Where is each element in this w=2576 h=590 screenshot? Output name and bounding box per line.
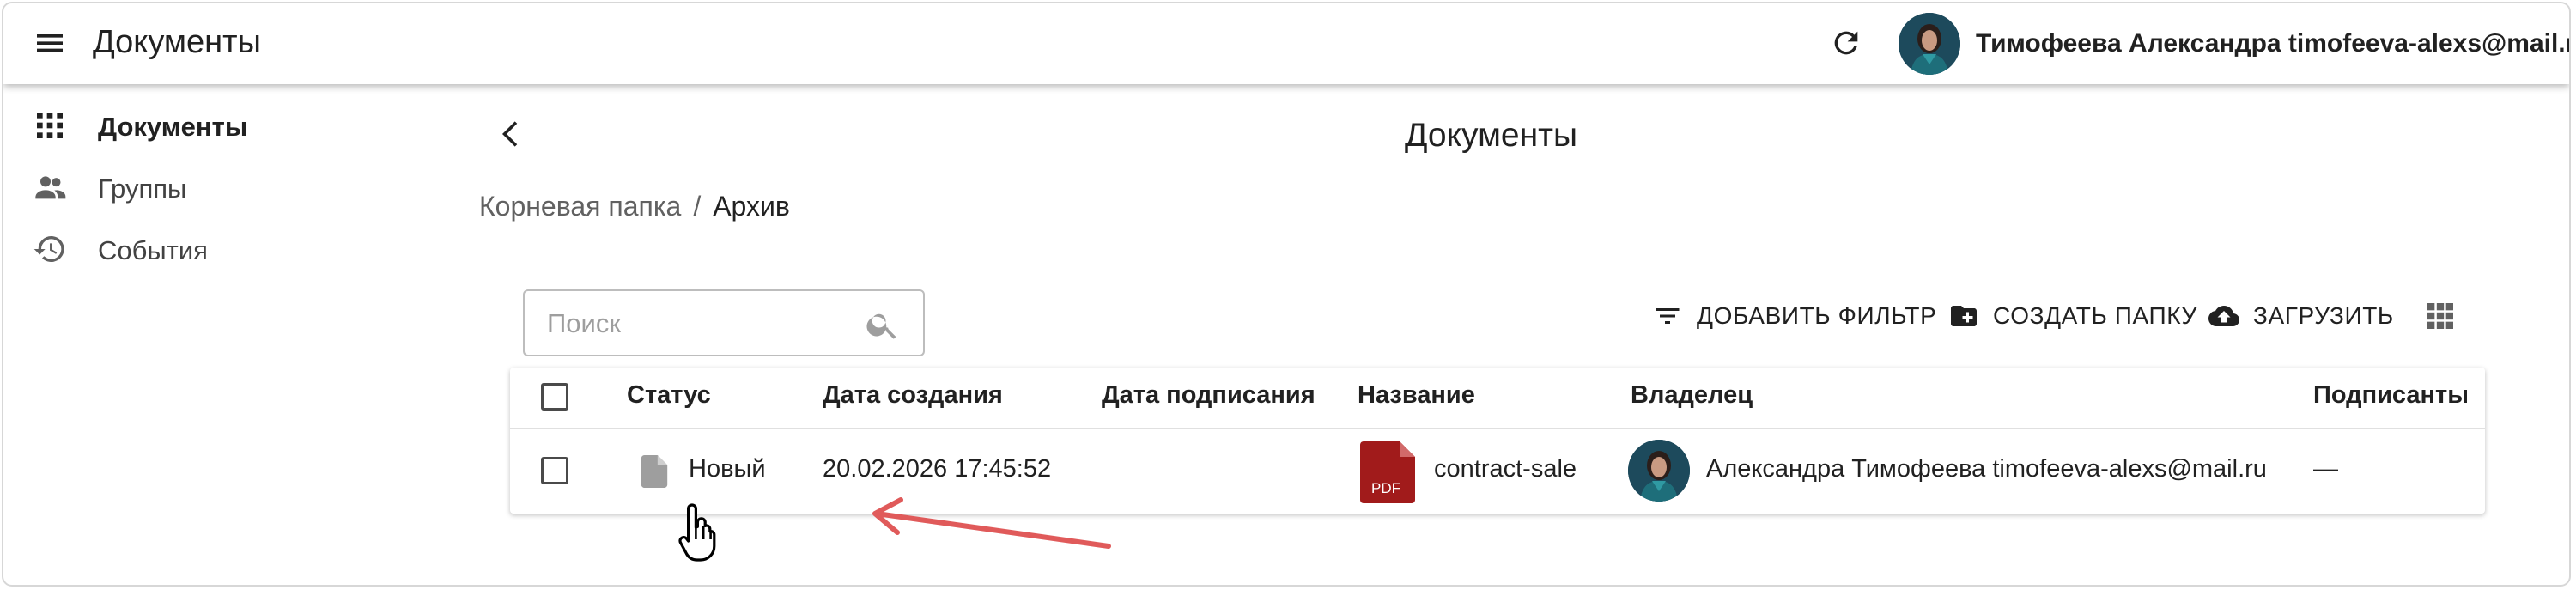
sidebar-item-label: Группы: [98, 173, 187, 204]
hand-cursor-icon: [678, 503, 716, 562]
avatar-photo-icon: [1628, 440, 1690, 502]
filter-icon: [1656, 308, 1680, 324]
apps-grid-icon: [37, 113, 63, 138]
table-row[interactable]: Новый 20.02.2026 17:45:52 PDF contract-s…: [510, 429, 2485, 514]
breadcrumb-root[interactable]: Корневая папка: [479, 191, 681, 222]
breadcrumb-separator: /: [693, 191, 702, 222]
cloud-upload-icon: [2208, 306, 2239, 326]
new-folder-icon: [1951, 306, 1977, 326]
hamburger-menu-icon[interactable]: [33, 26, 67, 60]
owner-avatar: [1628, 440, 1690, 502]
column-header-owner[interactable]: Владелец: [1631, 381, 1753, 410]
add-filter-label: ДОБАВИТЬ ФИЛЬТР: [1697, 302, 1937, 329]
search-box: [523, 289, 925, 356]
search-input[interactable]: [545, 303, 858, 344]
column-header-status[interactable]: Статус: [627, 381, 711, 410]
annotation-arrow-icon: [872, 497, 1111, 549]
upload-label: ЗАГРУЗИТЬ: [2253, 302, 2394, 329]
back-arrow-icon[interactable]: [493, 115, 531, 153]
signers-text: —: [2313, 455, 2338, 483]
user-name[interactable]: Тимофеева Александра timofeeva-alexs@mai…: [1976, 29, 2569, 58]
documents-table: Статус Дата создания Дата подписания Наз…: [510, 368, 2485, 514]
create-folder-label: СОЗДАТЬ ПАПКУ: [1993, 302, 2197, 329]
document-file-icon: [641, 455, 668, 488]
grid-view-icon[interactable]: [2423, 299, 2458, 333]
avatar-photo-icon: [1899, 13, 1960, 75]
column-header-name[interactable]: Название: [1358, 381, 1475, 410]
app-title: Документы: [93, 24, 261, 60]
sidebar-item-label: Документы: [98, 112, 248, 142]
breadcrumb: Корневая папка / Архив: [479, 191, 790, 222]
column-header-created[interactable]: Дата создания: [823, 381, 1003, 410]
page-title: Документы: [1405, 117, 1578, 154]
column-header-signed[interactable]: Дата подписания: [1102, 381, 1315, 410]
search-icon[interactable]: [865, 307, 901, 343]
people-icon: [35, 176, 66, 199]
user-avatar[interactable]: [1899, 13, 1960, 75]
history-icon: [33, 236, 64, 262]
column-header-signers[interactable]: Подписанты: [2313, 381, 2469, 410]
pdf-badge: PDF: [1371, 480, 1400, 496]
sidebar-item-groups[interactable]: Группы: [3, 161, 433, 213]
row-checkbox[interactable]: [541, 457, 568, 484]
select-all-checkbox[interactable]: [541, 383, 568, 411]
sidebar-item-events[interactable]: События: [3, 223, 433, 275]
refresh-icon[interactable]: [1829, 26, 1863, 60]
breadcrumb-current: Архив: [713, 191, 790, 222]
owner-text: Александра Тимофеева timofeeva-alexs@mai…: [1706, 455, 2267, 483]
status-text: Новый: [689, 455, 766, 483]
pdf-file-icon: PDF: [1360, 441, 1415, 503]
top-app-bar: Документы Тимофеева Александра timofeeva…: [3, 3, 2569, 84]
app-window: Документы Тимофеева Александра timofeeva…: [2, 2, 2571, 587]
sidebar-item-label: События: [98, 235, 208, 265]
table-header: Статус Дата создания Дата подписания Наз…: [510, 368, 2485, 429]
created-date: 20.02.2026 17:45:52: [823, 455, 1052, 483]
document-name[interactable]: contract-sale: [1434, 455, 1577, 484]
sidebar-item-documents[interactable]: Документы: [3, 100, 433, 151]
